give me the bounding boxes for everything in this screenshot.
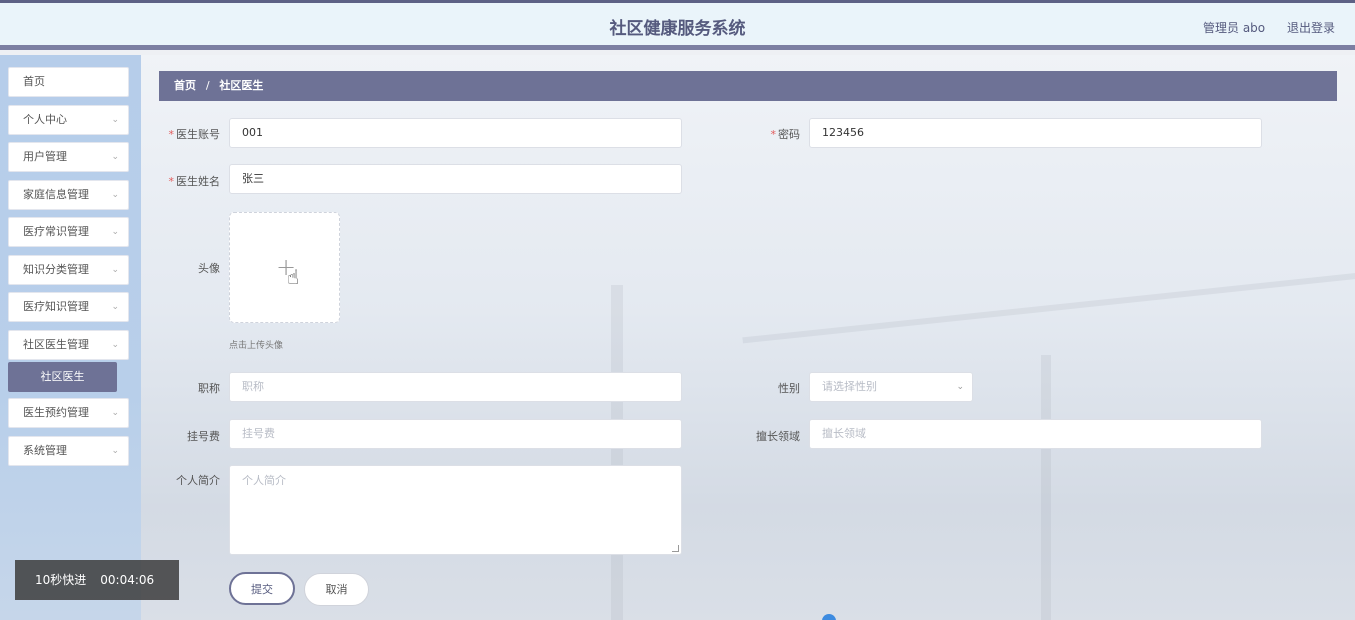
video-speed-overlay[interactable]: 10秒快进 00:04:06 [15, 560, 179, 600]
breadcrumb-current: 社区医生 [219, 79, 264, 92]
chevron-down-icon: ⌄ [111, 408, 119, 418]
title-input[interactable]: 职称 [229, 372, 682, 402]
sidebar-item-system[interactable]: 系统管理 ⌄ [8, 436, 129, 466]
hand-pointer-icon: ☝ [287, 265, 300, 289]
chevron-down-icon: ⌄ [111, 265, 119, 275]
chevron-down-icon: ⌄ [111, 302, 119, 312]
sidebar-item-home[interactable]: 首页 [8, 67, 129, 97]
avatar-upload[interactable]: + ☝ [229, 212, 340, 323]
top-header: 社区健康服务系统 管理员 abo 退出登录 [0, 0, 1355, 50]
intro-placeholder: 个人简介 [242, 474, 286, 487]
sidebar-item-doctor-management[interactable]: 社区医生管理 ⌄ [8, 330, 129, 360]
gender-label: 性别 [778, 382, 800, 395]
breadcrumb-home[interactable]: 首页 [174, 79, 196, 92]
sidebar-item-label: 医生预约管理 [23, 406, 89, 419]
sidebar-item-medical-knowledge[interactable]: 医疗知识管理 ⌄ [8, 292, 129, 322]
account-label: * 医生账号 [168, 128, 221, 141]
sidebar-item-family-info[interactable]: 家庭信息管理 ⌄ [8, 180, 129, 210]
submit-button[interactable]: 提交 [229, 572, 295, 605]
chevron-down-icon: ⌄ [111, 190, 119, 200]
required-mark: * [168, 128, 175, 141]
name-input[interactable]: 张三 [229, 164, 682, 194]
sidebar-item-label: 社区医生管理 [23, 338, 89, 351]
chevron-down-icon: ⌄ [111, 340, 119, 350]
chevron-down-icon: ⌄ [111, 227, 119, 237]
fee-input[interactable]: 挂号费 [229, 419, 682, 449]
name-label: * 医生姓名 [168, 175, 221, 188]
password-input[interactable]: 123456 [809, 118, 1262, 148]
sidebar-item-label: 个人中心 [23, 113, 67, 126]
chevron-down-icon: ⌄ [111, 446, 119, 456]
app-title: 社区健康服务系统 [609, 19, 746, 39]
breadcrumb: 首页 / 社区医生 [159, 71, 1337, 101]
intro-label: 个人简介 [176, 474, 220, 487]
sidebar-item-label: 医疗知识管理 [23, 300, 89, 313]
logout-link[interactable]: 退出登录 [1287, 21, 1335, 35]
background-decoration [742, 272, 1355, 344]
chevron-down-icon: ⌄ [111, 152, 119, 162]
required-mark: * [168, 175, 175, 188]
fee-label: 挂号费 [187, 430, 220, 443]
sidebar-item-knowledge-category[interactable]: 知识分类管理 ⌄ [8, 255, 129, 285]
required-mark: * [770, 128, 777, 141]
account-input[interactable]: 001 [229, 118, 682, 148]
avatar-label: 头像 [198, 262, 220, 275]
chevron-down-icon: ⌄ [956, 382, 964, 392]
user-label: 管理员 abo [1203, 21, 1266, 35]
sidebar-item-label: 家庭信息管理 [23, 188, 89, 201]
sidebar: 首页 个人中心 ⌄ 用户管理 ⌄ 家庭信息管理 ⌄ 医疗常识管理 ⌄ 知识分类管… [0, 55, 141, 620]
breadcrumb-separator: / [205, 79, 210, 92]
sidebar-item-label: 系统管理 [23, 444, 67, 457]
specialty-input[interactable]: 擅长领域 [809, 419, 1262, 449]
sidebar-item-personal-center[interactable]: 个人中心 ⌄ [8, 105, 129, 135]
sidebar-item-appointment[interactable]: 医生预约管理 ⌄ [8, 398, 129, 428]
sidebar-item-label: 医疗常识管理 [23, 225, 89, 238]
sidebar-item-label: 知识分类管理 [23, 263, 89, 276]
title-label: 职称 [198, 382, 220, 395]
background-decoration [611, 285, 623, 620]
password-label: * 密码 [770, 128, 801, 141]
specialty-label: 擅长领域 [756, 430, 800, 443]
gender-select-placeholder: 请选择性别 [822, 380, 877, 393]
cancel-button[interactable]: 取消 [304, 573, 369, 606]
avatar-upload-tip: 点击上传头像 [229, 341, 284, 351]
header-user-area: 管理员 abo 退出登录 [1185, 19, 1335, 36]
background-decoration [1041, 355, 1051, 620]
intro-textarea[interactable]: 个人简介 [229, 465, 682, 555]
sidebar-item-user-management[interactable]: 用户管理 ⌄ [8, 142, 129, 172]
chevron-down-icon: ⌄ [111, 115, 119, 125]
resize-handle-icon[interactable] [672, 545, 679, 552]
sidebar-item-label: 用户管理 [23, 150, 67, 163]
fast-forward-label: 10秒快进 [35, 573, 87, 587]
sidebar-item-medical-common[interactable]: 医疗常识管理 ⌄ [8, 217, 129, 247]
gender-select[interactable]: 请选择性别 ⌄ [809, 372, 973, 402]
playback-time: 00:04:06 [100, 573, 155, 587]
sidebar-item-label: 首页 [23, 75, 45, 88]
sidebar-subitem-doctor[interactable]: 社区医生 [8, 362, 117, 392]
main-content: 首页 / 社区医生 * 医生账号 001 * 密码 123456 * 医生姓名 张三 … [141, 55, 1355, 620]
